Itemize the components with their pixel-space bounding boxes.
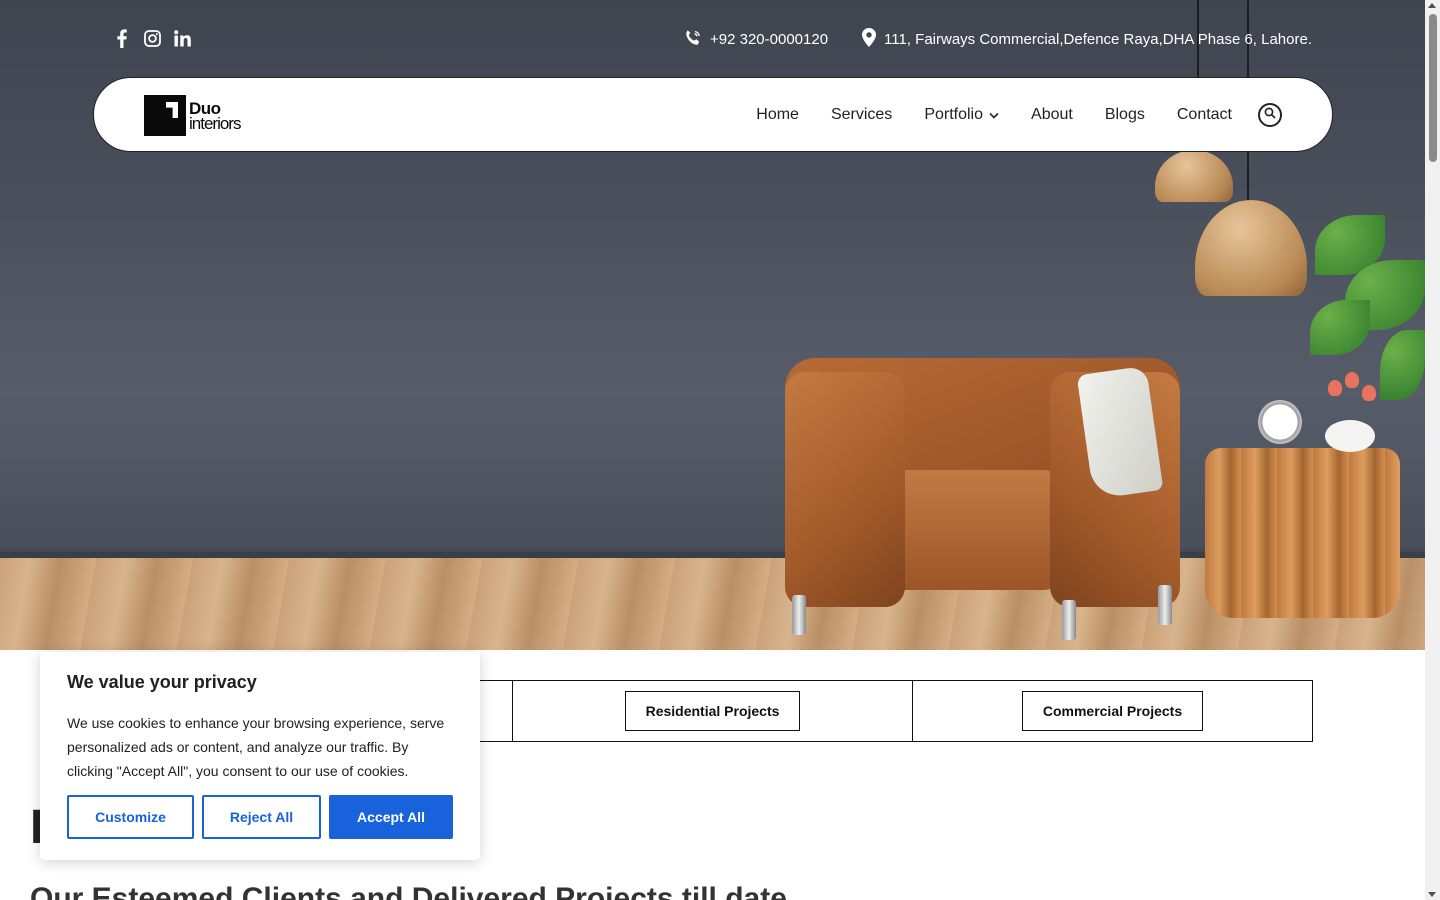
contact-info: +92 320-0000120 111, Fairways Commercial… (684, 28, 1312, 51)
social-links (113, 28, 191, 48)
tulip (1328, 380, 1342, 396)
plant-leaf (1380, 330, 1425, 400)
nav-item-blogs[interactable]: Blogs (1105, 106, 1145, 124)
search-button[interactable] (1258, 103, 1282, 127)
alarm-clock (1258, 400, 1302, 444)
nav-item-about[interactable]: About (1031, 106, 1073, 124)
cookie-body: We use cookies to enhance your browsing … (67, 715, 445, 779)
cookie-actions: Customize Reject All Accept All (67, 795, 453, 839)
vase (1325, 420, 1375, 452)
address-text: 111, Fairways Commercial,Defence Raya,DH… (884, 31, 1312, 48)
search-icon (1264, 106, 1276, 124)
linkedin-icon[interactable] (173, 28, 191, 48)
accept-all-button[interactable]: Accept All (329, 795, 453, 839)
scroll-down-arrow-icon[interactable] (1428, 892, 1436, 897)
pendant-lamp (1195, 200, 1307, 296)
nav-item-services[interactable]: Services (831, 106, 892, 124)
residential-projects-button[interactable]: Residential Projects (624, 691, 801, 731)
side-table (1205, 448, 1400, 618)
main-navbar: Duo interiors Home Services Portfolio Ab… (93, 77, 1333, 152)
logo[interactable]: Duo interiors (144, 95, 241, 136)
armchair-arm (785, 372, 905, 607)
reject-all-button[interactable]: Reject All (202, 795, 321, 839)
tab-cell-residential: Residential Projects (512, 680, 913, 742)
address-contact[interactable]: 111, Fairways Commercial,Defence Raya,DH… (862, 28, 1312, 51)
phone-number: +92 320-0000120 (710, 31, 829, 48)
scrollbar-thumb[interactable] (1429, 14, 1437, 162)
cookie-consent-banner: We value your privacy We use cookies to … (40, 652, 480, 860)
chair-leg (1062, 600, 1076, 640)
pendant-lamp (1155, 150, 1233, 202)
phone-contact[interactable]: +92 320-0000120 (684, 29, 828, 51)
cookie-title: We value your privacy (67, 672, 257, 692)
location-pin-icon (862, 28, 877, 51)
nav-item-portfolio[interactable]: Portfolio (924, 106, 999, 124)
plant-leaf (1310, 300, 1370, 355)
commercial-projects-button[interactable]: Commercial Projects (1021, 691, 1204, 731)
instagram-icon[interactable] (143, 28, 161, 48)
chair-leg (792, 595, 806, 635)
tulip (1345, 372, 1359, 388)
nav-item-contact[interactable]: Contact (1177, 106, 1232, 124)
phone-icon (684, 29, 702, 51)
tulip (1362, 385, 1376, 401)
nav-item-home[interactable]: Home (756, 106, 799, 124)
scroll-up-arrow-icon[interactable] (1428, 3, 1436, 8)
logo-text: Duo interiors (189, 100, 241, 133)
nav-item-portfolio-label: Portfolio (924, 105, 984, 123)
chevron-down-icon (989, 106, 999, 124)
tab-cell-commercial: Commercial Projects (912, 680, 1313, 742)
customize-button[interactable]: Customize (67, 795, 194, 839)
facebook-icon[interactable] (113, 28, 131, 48)
section-subheading: Our Esteemed Clients and Delivered Proje… (30, 882, 787, 900)
logo-line2: interiors (189, 113, 241, 133)
page-scrollbar[interactable] (1425, 0, 1440, 900)
chair-leg (1158, 585, 1172, 625)
logo-mark (144, 95, 186, 136)
nav-menu: Home Services Portfolio About Blogs Cont… (756, 78, 1232, 151)
